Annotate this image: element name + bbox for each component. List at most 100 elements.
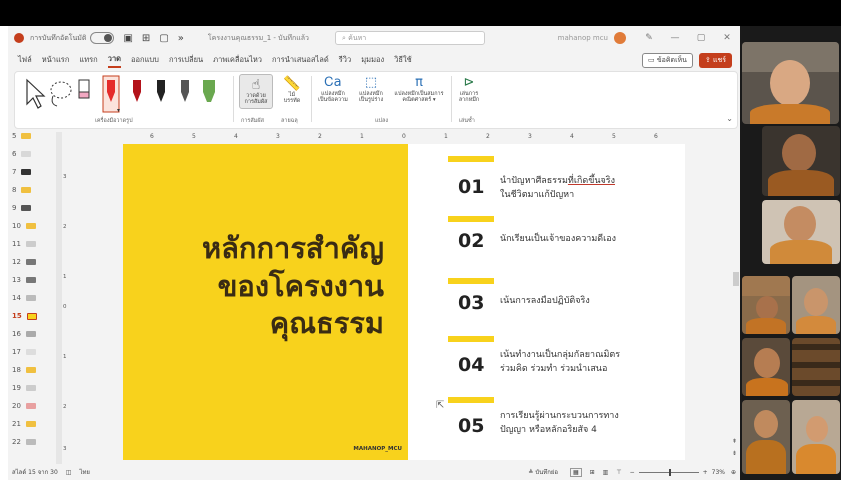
lasso-icon[interactable]	[50, 81, 72, 107]
document-title[interactable]: โครงงานคุณธรรม_1 - บันทึกแล้ว	[208, 33, 309, 44]
participant-video[interactable]	[762, 200, 840, 264]
item-text: เน้นทำงานเป็นกลุ่มกัลยาณมิตร ร่วมคิด ร่ว…	[500, 350, 621, 375]
pen-red-icon[interactable]: ▾	[102, 75, 120, 114]
pen-black-icon[interactable]	[157, 80, 165, 102]
pen-darkred-icon[interactable]	[133, 80, 141, 102]
share-button[interactable]: ⇪ แชร์	[698, 52, 732, 68]
thumbnail-slide[interactable]: 16	[12, 330, 36, 338]
participant-video[interactable]	[742, 42, 839, 124]
thumbnail-slide[interactable]: 6	[12, 150, 32, 158]
tab-insert[interactable]: แทรก	[79, 54, 97, 66]
reading-view-icon[interactable]: ▥	[603, 469, 609, 476]
more-icon[interactable]: »	[178, 33, 184, 44]
thumbnail-slide[interactable]: 17	[12, 348, 36, 356]
accessibility-icon[interactable]: ◫	[66, 469, 72, 476]
zoom-out-icon[interactable]: −	[630, 469, 635, 476]
tab-design[interactable]: ออกแบบ	[131, 54, 159, 66]
ink-to-math-button[interactable]: π แปลงหมึกเป็นสมการ คณิตศาสตร์ ▾	[391, 75, 447, 104]
zoom-in-icon[interactable]: +	[703, 469, 708, 476]
participant-video[interactable]	[742, 276, 790, 334]
ruler-label-2: บรรทัด	[283, 98, 301, 105]
participant-video[interactable]	[792, 400, 840, 474]
participant-video[interactable]	[742, 338, 790, 396]
tab-review[interactable]: รีวิว	[339, 54, 351, 66]
item-number: 05	[458, 415, 485, 437]
eraser-icon[interactable]	[78, 79, 90, 99]
participant-video[interactable]	[762, 126, 840, 196]
comment-button[interactable]: ▭ ข้อคิดเห็น	[642, 52, 693, 68]
participant-video[interactable]	[742, 400, 790, 474]
new-file-icon[interactable]: ▢	[159, 33, 168, 44]
thumbnail-slide[interactable]: 11	[12, 240, 36, 248]
principle-item: 04 เน้นทำงานเป็นกลุ่มกัลยาณมิตร ร่วมคิด …	[448, 336, 678, 396]
thumbnail-slide[interactable]: 12	[12, 258, 36, 266]
collapse-ribbon-icon[interactable]: ⌄	[726, 114, 733, 123]
save-icon[interactable]: ▣	[123, 33, 132, 44]
thumbnail-slide[interactable]: 21	[12, 420, 36, 428]
ink-replay-button[interactable]: ⊳ เล่นการ ลากหมึก	[455, 75, 483, 104]
maximize-button[interactable]: ▢	[688, 33, 714, 43]
scroll-thumb[interactable]	[733, 272, 739, 286]
tab-animations[interactable]: ภาพเคลื่อนไหว	[213, 54, 262, 66]
editor-scrollbar[interactable]: ⇞ ⇟	[732, 132, 740, 466]
avatar[interactable]	[614, 32, 626, 44]
thumbnail-slide[interactable]: 5	[12, 132, 32, 140]
principle-item: 01 นำปัญหาศีลธรรมที่เกิดขึ้นจริง ในชีวิต…	[448, 156, 678, 216]
notes-icon[interactable]: ≜	[528, 469, 533, 476]
thumbnail-slide[interactable]: 10	[12, 222, 36, 230]
replay-label-2: ลากหมึก	[458, 97, 480, 104]
language-label[interactable]: ไทย	[79, 467, 90, 477]
pen-icon[interactable]: ✎	[636, 33, 662, 43]
tab-slideshow[interactable]: การนำเสนอสไลด์	[272, 54, 329, 66]
thumbnail-slide[interactable]: 14	[12, 294, 36, 302]
title-bar: การบันทึกอัตโนมัติ ▣ ⊞ ▢ » โครงงานคุณธรร…	[8, 26, 740, 50]
item-bar	[448, 156, 494, 162]
thumbnail-slide[interactable]: 13	[12, 276, 36, 284]
thumbnail-slide[interactable]: 9	[12, 204, 32, 212]
ink-text-label-2: เป็นข้อความ	[318, 97, 348, 104]
thumbnail-slide[interactable]: 22	[12, 438, 36, 446]
slide-sorter-icon[interactable]: ⊞	[590, 469, 595, 476]
tab-file[interactable]: ไฟล์	[18, 54, 32, 66]
fit-slide-icon[interactable]: ⊕	[731, 469, 736, 476]
present-icon[interactable]: ⊞	[142, 33, 150, 44]
participant-video[interactable]	[792, 338, 840, 396]
ink-to-shape-button[interactable]: ⬚ แปลงหมึก เป็นรูปร่าง	[353, 75, 389, 104]
slide-canvas[interactable]: หลักการสำคัญ ของโครงงาน คุณธรรม MAHANOP_…	[123, 144, 685, 460]
slideshow-icon[interactable]: ⊤	[616, 469, 621, 476]
tab-view[interactable]: มุมมอง	[361, 54, 384, 66]
next-slide-icon[interactable]: ⇟	[732, 450, 737, 457]
tab-help[interactable]: วิธีใช้	[394, 54, 412, 66]
thumbnail-slide[interactable]: 19	[12, 384, 36, 392]
minimize-button[interactable]: —	[662, 33, 688, 43]
close-button[interactable]: ✕	[714, 33, 740, 43]
comment-label: ข้อคิดเห็น	[656, 55, 687, 64]
highlighter-icon[interactable]	[203, 80, 215, 102]
search-box[interactable]: ⌕ ค้นหา	[334, 31, 485, 45]
thumbnail-slide[interactable]: 20	[12, 402, 36, 410]
zoom-level[interactable]: 73%	[712, 469, 725, 476]
tab-transitions[interactable]: การเปลี่ยน	[169, 54, 203, 66]
thumbnail-slide[interactable]: 8	[12, 186, 32, 194]
thumbnail-slide[interactable]: 7	[12, 168, 32, 176]
item-bar	[448, 216, 494, 222]
zoom-slider[interactable]	[638, 468, 699, 476]
ink-to-text-button[interactable]: Ꮯa แปลงหมึก เป็นข้อความ	[315, 75, 351, 104]
thumbnail-slide-selected[interactable]: 15	[12, 312, 37, 320]
pencil-icon[interactable]	[181, 80, 189, 102]
tab-home[interactable]: หน้าแรก	[42, 54, 70, 66]
tab-draw[interactable]: วาด	[107, 53, 122, 68]
normal-view-icon[interactable]: ▦	[569, 467, 582, 477]
thumbnail-slide[interactable]: 18	[12, 366, 36, 374]
participant-video[interactable]	[792, 276, 840, 334]
notes-button[interactable]: บันทึกย่อ	[535, 467, 558, 477]
principle-item: 05 การเรียนรู้ผ่านกระบวนการทาง ปัญญา หรื…	[448, 397, 678, 457]
autosave-toggle[interactable]	[90, 32, 115, 44]
draw-with-touch-button[interactable]: ☝ วาดด้วย การสัมผัส	[239, 74, 273, 109]
item-text: การเรียนรู้ผ่านกระบวนการทาง ปัญญา หรือหล…	[500, 411, 619, 436]
user-name[interactable]: mahanop mcu	[558, 34, 608, 42]
prev-slide-icon[interactable]: ⇞	[732, 438, 737, 445]
ruler-button[interactable]: 📏 ไม้ บรรทัด	[277, 76, 307, 105]
select-arrow-icon[interactable]	[26, 78, 46, 109]
comment-icon: ▭	[648, 55, 657, 64]
